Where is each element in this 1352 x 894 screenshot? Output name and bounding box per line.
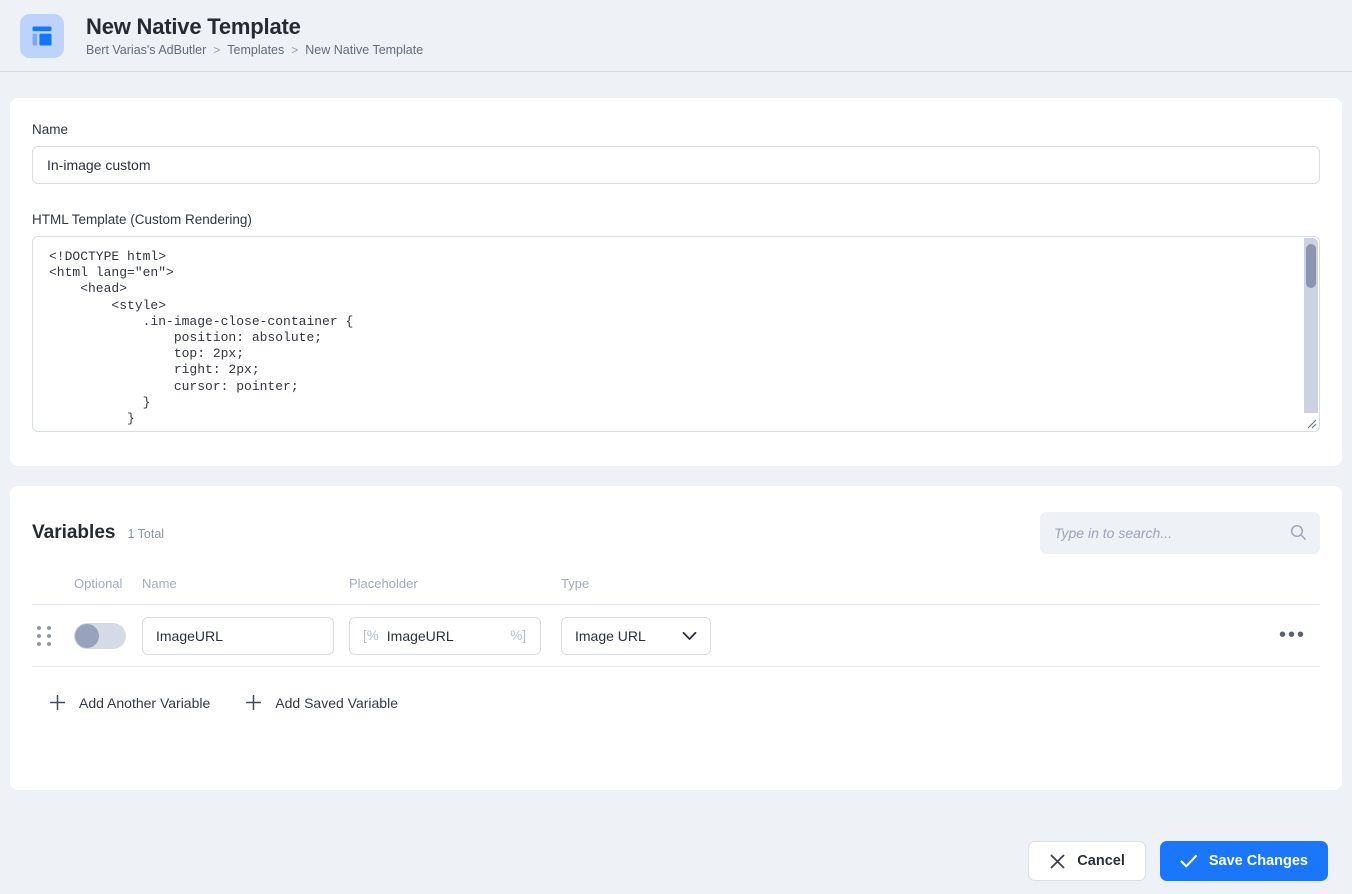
breadcrumb-item-current: New Native Template [305, 43, 424, 58]
column-header-type: Type [561, 576, 590, 591]
row-drag-handle[interactable] [32, 625, 74, 646]
name-label: Name [32, 122, 69, 137]
optional-toggle[interactable] [74, 622, 126, 649]
variables-table-header: Optional Name Placeholder Type [32, 576, 1320, 605]
variable-name-input[interactable]: ImageURL [142, 616, 334, 655]
html-template-label: HTML Template (Custom Rendering) [32, 212, 252, 227]
column-header-optional: Optional [74, 576, 123, 591]
template-layout-icon [20, 13, 64, 58]
save-changes-button[interactable]: Save Changes [1159, 841, 1328, 881]
variable-name-value: ImageURL [156, 627, 223, 644]
placeholder-close-bracket: %] [510, 628, 526, 643]
template-form-card: Name HTML Template (Custom Rendering) <!… [10, 98, 1342, 466]
variable-type-select[interactable]: Image URL [561, 616, 711, 655]
page-header: New Native Template Bert Varias's AdButl… [0, 0, 1352, 72]
breadcrumb-separator-icon: > [213, 43, 221, 58]
breadcrumb-separator-icon: > [291, 43, 299, 58]
toggle-knob [75, 623, 99, 648]
breadcrumb-item-account[interactable]: Bert Varias's AdButler [86, 43, 206, 57]
plus-icon [50, 695, 65, 710]
optional-toggle-cell [74, 622, 142, 649]
plus-icon [246, 695, 262, 710]
footer-actions: Cancel Save Changes [0, 828, 1352, 894]
search-icon[interactable] [1290, 524, 1307, 541]
breadcrumb-item-templates[interactable]: Templates [227, 43, 284, 57]
variable-type-value: Image URL [575, 627, 646, 644]
add-another-variable-button[interactable]: Add Another Variable [48, 693, 210, 712]
breadcrumb: Bert Varias's AdButler > Templates > New… [86, 43, 423, 57]
variables-title-row: Variables 1 Total [32, 522, 164, 544]
variables-title: Variables [32, 522, 116, 543]
add-another-variable-label: Add Another Variable [79, 694, 211, 711]
variables-count: 1 Total [127, 527, 165, 541]
search-input[interactable] [1040, 512, 1320, 554]
resize-handle-icon[interactable] [1303, 415, 1317, 429]
editor-scrollbar-thumb[interactable] [1306, 244, 1316, 288]
save-changes-button-label: Save Changes [1208, 853, 1308, 869]
editor-scrollbar[interactable] [1304, 238, 1318, 413]
variable-placeholder-input[interactable]: [% ImageURL %] [349, 616, 541, 655]
html-template-code[interactable]: <!DOCTYPE html> <html lang="en"> <head> … [33, 237, 1319, 431]
add-variable-actions: Add Another Variable Add Saved Variable [32, 693, 1320, 712]
variable-name-cell: ImageURL [142, 616, 349, 655]
variable-placeholder-cell: [% ImageURL %] [349, 616, 561, 655]
variable-placeholder-value: ImageURL [386, 627, 454, 644]
cancel-button[interactable]: Cancel [1028, 841, 1146, 881]
drag-dots-icon[interactable] [37, 625, 51, 646]
variables-header: Variables 1 Total [32, 512, 1320, 554]
page-title: New Native Template [86, 13, 301, 39]
cancel-button-label: Cancel [1077, 853, 1125, 869]
check-icon [1180, 854, 1197, 867]
name-input[interactable] [32, 146, 1320, 184]
ellipsis-icon[interactable]: ••• [1279, 624, 1320, 646]
table-row: ImageURL [% ImageURL %] Image URL ••• [32, 605, 1320, 667]
close-icon [1050, 854, 1065, 868]
variables-search[interactable] [1040, 512, 1320, 554]
chevron-down-icon[interactable] [682, 631, 697, 641]
variables-table: Optional Name Placeholder Type ImageURL [32, 576, 1320, 667]
column-header-name: Name [142, 576, 177, 591]
placeholder-open-bracket: [% [363, 628, 379, 643]
row-actions-cell: ••• [731, 625, 1320, 646]
add-saved-variable-label: Add Saved Variable [275, 694, 398, 711]
variable-type-cell: Image URL [561, 616, 731, 655]
column-header-placeholder: Placeholder [349, 576, 418, 591]
html-template-editor[interactable]: <!DOCTYPE html> <html lang="en"> <head> … [32, 236, 1320, 432]
add-saved-variable-button[interactable]: Add Saved Variable [244, 693, 398, 712]
variables-card: Variables 1 Total Optional Name Placehol… [10, 486, 1342, 790]
header-text-block: New Native Template Bert Varias's AdButl… [86, 14, 423, 57]
